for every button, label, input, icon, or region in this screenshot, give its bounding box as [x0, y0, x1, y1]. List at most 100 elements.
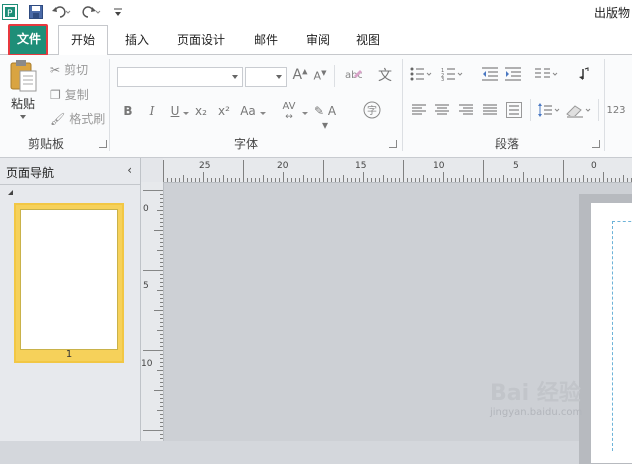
align-left-icon[interactable] — [410, 103, 428, 120]
clipboard-launcher-icon[interactable] — [99, 140, 107, 148]
page-thumbnail[interactable]: 1 — [14, 203, 124, 363]
watermark-url: jingyan.baidu.com — [490, 407, 583, 418]
change-case-dropdown-icon[interactable] — [260, 112, 266, 115]
tab-insert[interactable]: 插入 — [116, 28, 158, 53]
tab-view[interactable]: 视图 — [348, 28, 388, 53]
paste-button[interactable]: 粘贴 — [11, 95, 35, 112]
nav-header: 页面导航 ‹ — [0, 158, 140, 185]
save-icon[interactable] — [28, 3, 44, 21]
align-center-icon[interactable] — [433, 103, 451, 120]
tab-page-design[interactable]: 页面设计 — [170, 28, 232, 53]
grow-font-button[interactable]: A▲ — [292, 67, 308, 83]
watermark-logo: Bai 经验 — [490, 381, 581, 406]
character-spacing-label: AV — [282, 101, 296, 112]
font-launcher-icon[interactable] — [389, 140, 397, 148]
font-group-label: 字体 — [234, 137, 259, 151]
character-spacing-button[interactable]: AV ↔ — [278, 101, 300, 123]
paste-icon[interactable] — [8, 59, 42, 95]
phonetic-guide-button[interactable]: 文 — [374, 65, 396, 85]
shading-icon[interactable] — [565, 102, 593, 121]
paragraph-divider — [530, 99, 531, 121]
font-color-button[interactable]: ✎ A ▾ — [310, 104, 340, 132]
paintbrush-icon: 🖌 — [50, 111, 66, 126]
paragraph-launcher-icon[interactable] — [592, 140, 600, 148]
ruler-label: 25 — [199, 161, 211, 171]
page-thumbnail-preview — [20, 209, 118, 350]
phonetic-guide-icon: 文 — [378, 68, 392, 84]
paragraph-divider — [598, 99, 599, 121]
shrink-font-label: A — [313, 69, 322, 83]
redo-icon[interactable] — [80, 3, 102, 21]
columns-icon[interactable] — [535, 67, 559, 84]
undo-icon[interactable] — [50, 3, 72, 21]
enclose-characters-icon[interactable]: 字 — [362, 101, 382, 122]
svg-text:3: 3 — [441, 77, 444, 81]
publisher-logo-icon: P — [2, 3, 18, 21]
file-tab-highlight — [8, 24, 48, 56]
format-painter-button[interactable]: 🖌 格式刷 — [50, 110, 105, 127]
nav-title: 页面导航 — [6, 166, 55, 180]
ribbon-tabs: 文件 开始 插入 页面设计 邮件 审阅 视图 — [0, 25, 632, 56]
scissors-icon: ✂ — [50, 62, 61, 77]
font-size-select[interactable] — [245, 67, 287, 87]
page-number: 1 — [65, 349, 73, 360]
shrink-font-button[interactable]: A▼ — [312, 69, 328, 83]
numbering-icon[interactable]: 123 — [441, 67, 463, 84]
group-divider — [402, 59, 403, 151]
superscript-button[interactable]: x² — [215, 104, 233, 118]
copy-label: 复制 — [64, 88, 89, 102]
cut-button[interactable]: ✂ 剪切 — [50, 61, 88, 78]
tab-review[interactable]: 审阅 — [298, 28, 338, 53]
align-right-icon[interactable] — [457, 103, 475, 120]
spacing-dropdown-icon[interactable] — [302, 112, 308, 115]
tab-mailings[interactable]: 邮件 — [246, 28, 286, 53]
ruler-label: 5 — [143, 281, 149, 291]
ruler-label: 10 — [141, 359, 153, 369]
margin-guide — [612, 221, 614, 451]
vertical-ruler-ticks — [143, 190, 163, 439]
clipboard-group-label: 剪贴板 — [28, 137, 65, 151]
vertical-ruler[interactable]: 0 5 10 — [141, 182, 164, 441]
ruler-label: 20 — [277, 161, 289, 171]
customize-qat-icon[interactable] — [112, 3, 124, 21]
tab-home[interactable]: 开始 — [58, 25, 108, 56]
italic-button[interactable]: I — [145, 104, 159, 118]
cut-label: 剪切 — [64, 63, 89, 77]
format-painter-label: 格式刷 — [69, 112, 106, 126]
ribbon: 粘贴 ✂ 剪切 ❐ 复制 🖌 格式刷 剪贴板 A▲ A▼ abc 文 B I U… — [0, 55, 632, 158]
underline-button[interactable]: U — [168, 104, 182, 118]
change-case-button[interactable]: Aa — [238, 104, 258, 118]
page-navigation-pane: 页面导航 ‹ 1 — [0, 158, 141, 441]
paste-dropdown-icon[interactable] — [20, 115, 26, 119]
font-color-icon: ✎ A ▾ — [313, 104, 337, 132]
font-name-select[interactable] — [117, 67, 243, 87]
decrease-indent-icon[interactable] — [481, 67, 499, 84]
watermark: Bai 经验 jingyan.baidu.com — [490, 375, 582, 418]
underline-dropdown-icon[interactable] — [183, 112, 189, 115]
distribute-icon[interactable] — [505, 102, 523, 121]
paragraph-group-label: 段落 — [495, 137, 520, 151]
quick-access-toolbar: P 出版物 — [0, 0, 632, 25]
justify-icon[interactable] — [481, 103, 499, 120]
svg-text:字: 字 — [367, 104, 377, 117]
increase-indent-icon[interactable] — [504, 67, 522, 84]
text-direction-icon[interactable] — [574, 67, 592, 84]
font-divider — [334, 65, 335, 87]
clear-format-icon[interactable]: abc — [343, 67, 363, 86]
group-divider — [604, 59, 605, 151]
subscript-button[interactable]: x₂ — [192, 104, 210, 118]
group-divider — [109, 59, 110, 151]
copy-button[interactable]: ❐ 复制 — [50, 86, 89, 103]
number-style-button[interactable]: 123 — [606, 105, 626, 116]
ruler-corner[interactable] — [141, 158, 164, 183]
ruler-label: 15 — [355, 161, 367, 171]
svg-text:P: P — [7, 9, 13, 19]
ruler-label: 0 — [591, 161, 597, 171]
section-collapse-icon[interactable] — [8, 190, 13, 195]
collapse-nav-icon[interactable]: ‹ — [127, 163, 132, 177]
bold-button[interactable]: B — [121, 104, 135, 118]
horizontal-ruler[interactable]: 25 20 15 10 5 0 — [163, 158, 632, 183]
ruler-label: 0 — [143, 204, 149, 214]
bullets-icon[interactable] — [410, 67, 432, 84]
line-spacing-icon[interactable] — [537, 102, 561, 121]
